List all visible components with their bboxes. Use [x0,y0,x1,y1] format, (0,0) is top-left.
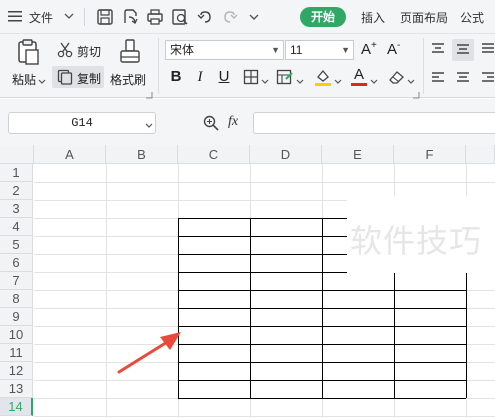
annotation-arrow [117,332,181,374]
